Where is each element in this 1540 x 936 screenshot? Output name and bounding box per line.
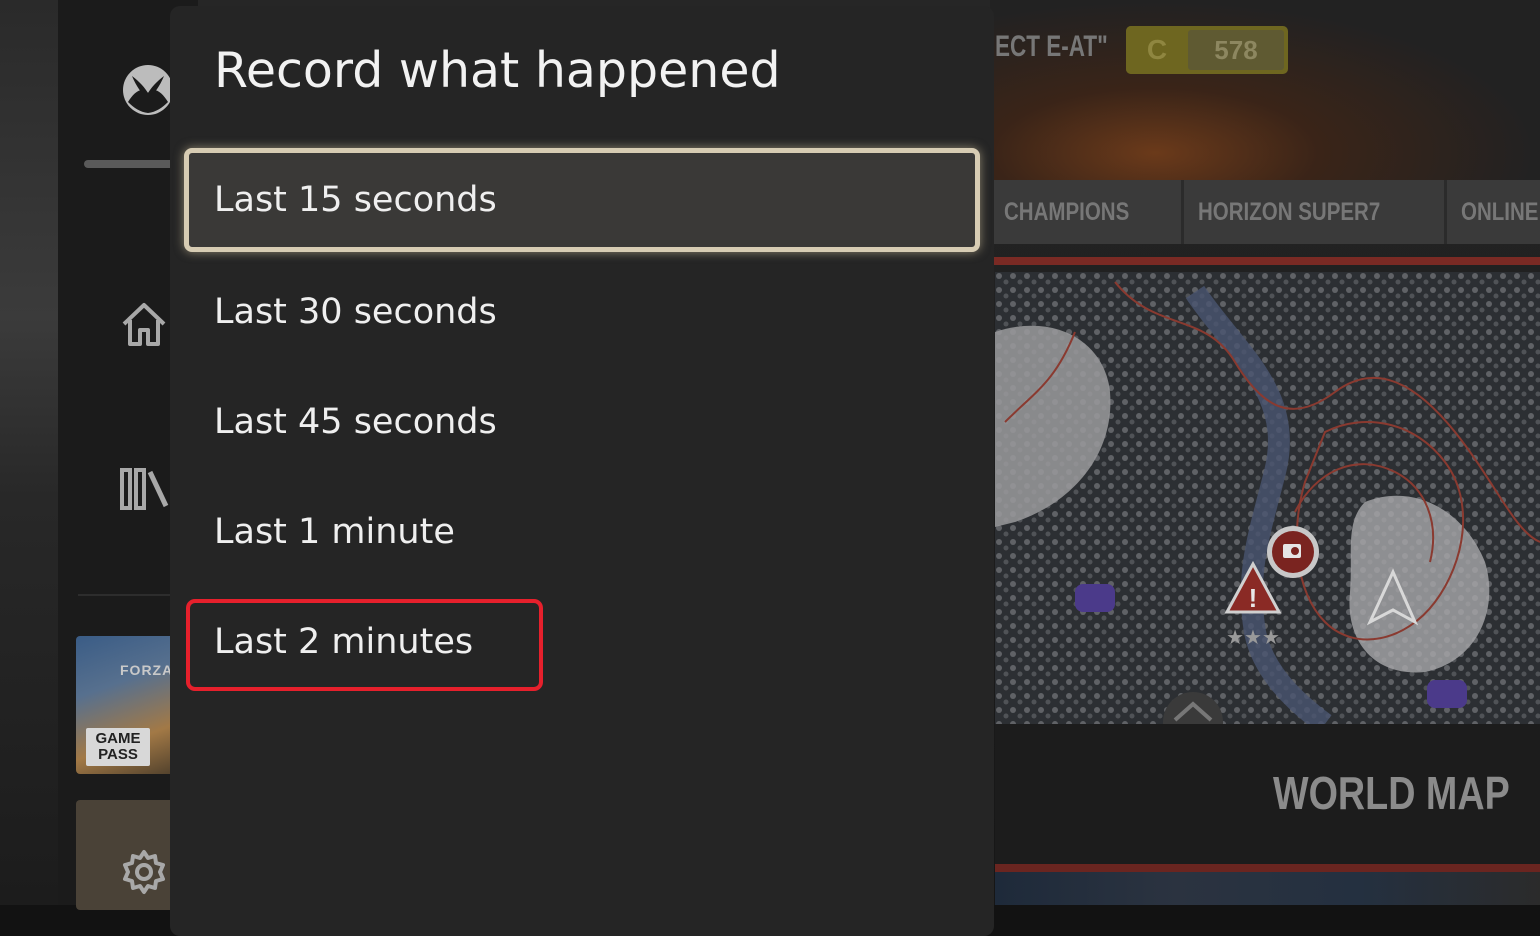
- game-tile-logo: FORZA: [120, 662, 174, 678]
- map-event-marker-icon: [1075, 584, 1115, 612]
- world-map-label: WORLD MAP: [1273, 767, 1510, 819]
- option-last-1-minute[interactable]: Last 1 minute: [184, 480, 980, 584]
- performance-class: C: [1126, 26, 1188, 74]
- option-last-30-seconds[interactable]: Last 30 seconds: [184, 260, 980, 364]
- car-strip: [995, 872, 1540, 905]
- performance-rating-badge: C 578: [1126, 26, 1288, 74]
- option-last-45-seconds[interactable]: Last 45 seconds: [184, 370, 980, 474]
- tab-accent-line: [990, 257, 1540, 265]
- record-what-happened-menu: Record what happened Last 15 seconds Las…: [170, 6, 994, 936]
- bottom-accent-line: [995, 864, 1540, 872]
- map-graphic: ! ★★★: [995, 272, 1540, 724]
- settings-gear-icon[interactable]: [120, 848, 168, 900]
- game-tab-horizon-super7: HORIZON SUPER7: [1184, 180, 1448, 244]
- svg-text:!: !: [1249, 583, 1258, 613]
- library-icon[interactable]: [118, 466, 174, 516]
- car-name-text: ECT E-AT": [995, 30, 1108, 63]
- svg-text:★★★: ★★★: [1226, 625, 1280, 649]
- map-event-marker-icon: [1427, 680, 1467, 708]
- option-last-2-minutes[interactable]: Last 2 minutes: [184, 590, 980, 694]
- world-map-panel: WORLD MAP: [995, 724, 1540, 864]
- performance-index: 578: [1188, 30, 1284, 70]
- game-tab-champions: CHAMPIONS: [990, 180, 1184, 244]
- game-tab-bar: CHAMPIONS HORIZON SUPER7 ONLINE: [990, 180, 1540, 244]
- home-icon[interactable]: [118, 298, 170, 354]
- game-tab-online: ONLINE: [1447, 180, 1540, 244]
- speed-camera-icon: [1267, 526, 1319, 578]
- game-pass-badge-text: GAME PASS: [95, 730, 141, 763]
- world-map-view: ! ★★★: [995, 272, 1540, 724]
- menu-title: Record what happened: [214, 42, 781, 99]
- game-pass-badge: GAME PASS: [86, 728, 150, 766]
- xbox-logo-icon: [120, 62, 176, 118]
- option-last-15-seconds[interactable]: Last 15 seconds: [184, 148, 980, 252]
